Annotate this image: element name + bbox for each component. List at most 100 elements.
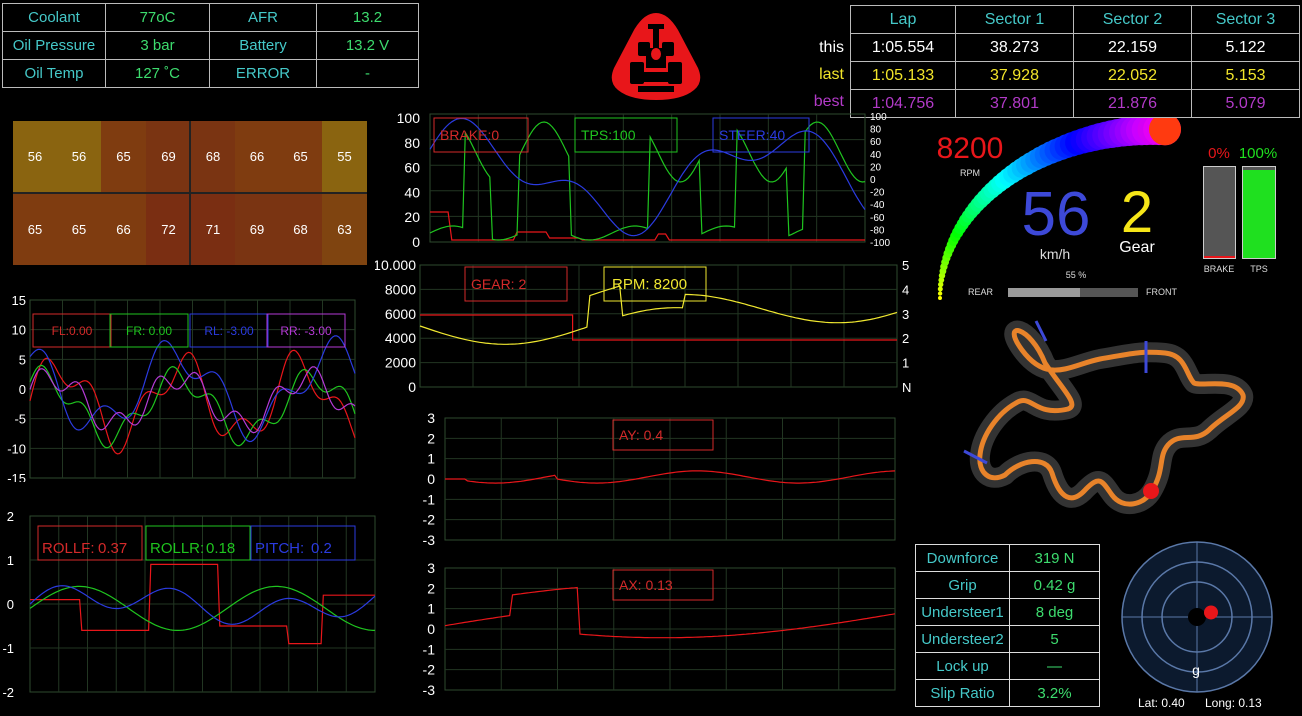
legend-label: STEER:40 [719, 127, 785, 143]
tyre-temp-cell: 69 [146, 121, 191, 192]
tick-label: 20 [404, 209, 420, 225]
tick-label: -2 [423, 662, 436, 678]
tps-percent: 100% [1238, 145, 1278, 162]
legend-label: FR: 0.00 [126, 324, 172, 338]
rpm-arc-segment [937, 291, 943, 296]
table-row: Oil Temp 127 ˚C ERROR - [2, 59, 419, 88]
tick-label: -3 [423, 532, 436, 548]
engine-status-table: Coolant 77oC AFR 13.2 Oil Pressure 3 bar… [2, 3, 419, 88]
legend-label: ROLLR: [150, 540, 204, 557]
tick-label: 80 [404, 135, 420, 151]
tyre-temp-cell: 69 [235, 194, 279, 265]
tick-label: 40 [404, 184, 420, 200]
status-label: Oil Temp [2, 59, 106, 88]
table-row: 1:04.756 37.801 21.876 5.079 [850, 89, 1300, 118]
tick-label: -80 [870, 225, 885, 236]
tick-label: -1 [423, 491, 436, 507]
tick-label: 8000 [385, 281, 416, 297]
table-row: Downforce 319 N [915, 544, 1100, 572]
stat-label: Understeer2 [915, 625, 1010, 653]
tick-label: -3 [423, 682, 436, 698]
tick-label: 4000 [385, 330, 416, 346]
stat-label: Downforce [915, 544, 1010, 572]
rpm-unit: RPM [960, 168, 980, 178]
status-value: 77oC [105, 3, 210, 32]
tick-label: -1 [423, 641, 436, 657]
lap-row-labels: this last best [780, 34, 844, 118]
status-label: Coolant [2, 3, 106, 32]
tick-label: 1 [7, 553, 14, 568]
tick-label: 0 [427, 621, 435, 637]
tick-label: 4 [902, 282, 909, 297]
tyre-temp-cell: 65 [101, 121, 146, 192]
stat-value: — [1009, 652, 1100, 680]
tick-label: 3 [902, 307, 909, 322]
tyre-temp-cell: 71 [191, 194, 235, 265]
legend-label: RR: -3.00 [280, 324, 332, 338]
speed-readout: 56 [1021, 180, 1091, 249]
tick-label: -15 [7, 471, 26, 482]
legend-label: BRAKE:0 [440, 127, 499, 143]
stat-value: 319 N [1009, 544, 1100, 572]
tick-label: 3 [427, 410, 435, 426]
tick-label: 15 [12, 293, 26, 308]
tick-label: 5 [19, 352, 26, 367]
table-row: 1:05.554 38.273 22.159 5.122 [850, 33, 1300, 62]
gg-origin [1188, 608, 1206, 626]
car-position-marker [1143, 483, 1159, 499]
status-label: Oil Pressure [2, 31, 106, 60]
tyre-temp-cell: 56 [13, 121, 57, 192]
rpm-arc-segment [938, 296, 942, 300]
gg-unit: g [1192, 662, 1200, 678]
speed-unit: km/h [1039, 246, 1071, 262]
tick-label: 2 [427, 430, 435, 446]
tyre-temp-cell: 65 [279, 121, 322, 192]
column-header: Sector 1 [955, 5, 1074, 34]
tick-label: 40 [870, 150, 882, 161]
gear-label: Gear [1119, 239, 1155, 256]
lap-cell: 5.079 [1191, 89, 1300, 118]
status-label: ERROR [209, 59, 317, 88]
lateral-accel-chart: 3 2 1 0 -1 -2 -3 AY: 0.4 [423, 410, 896, 548]
stat-label: Understeer1 [915, 598, 1010, 626]
lap-cell: 22.052 [1073, 61, 1192, 90]
table-row: Lock up — [915, 652, 1100, 680]
tyre-temp-cell: 65 [13, 194, 57, 265]
status-label: Battery [209, 31, 317, 60]
lap-row-label: this [819, 39, 844, 56]
status-value: 3 bar [105, 31, 210, 60]
status-label: AFR [209, 3, 317, 32]
table-row: Oil Pressure 3 bar Battery 13.2 V [2, 31, 419, 60]
status-value: 13.2 [316, 3, 419, 32]
stat-value: 8 deg [1009, 598, 1100, 626]
column-header: Sector 3 [1191, 5, 1300, 34]
tyre-temp-cell: 56 [57, 121, 101, 192]
tick-label: 0 [408, 379, 416, 395]
stat-label: Lock up [915, 652, 1010, 680]
tick-label: -40 [870, 200, 885, 211]
lap-cell: 1:05.133 [850, 61, 956, 90]
tyre-temperature-grid: 56 56 65 69 68 66 65 55 65 65 66 72 71 69 68 63 [13, 121, 367, 265]
legend-label: RL: -3.00 [204, 324, 254, 338]
tick-label: -1 [2, 641, 14, 656]
tick-label: -2 [2, 685, 14, 698]
table-row: Grip 0.42 g [915, 571, 1100, 599]
table-row: Understeer1 8 deg [915, 598, 1100, 626]
lap-times-table: Lap Sector 1 Sector 2 Sector 3 1:05.554 … [850, 5, 1300, 118]
lap-cell: 37.928 [955, 61, 1074, 90]
gear-readout: 2 [1120, 180, 1154, 245]
suspension-chart: 15 10 5 0 -5 -10 -15 FL:0.00 FR: 0.00 RL: -3.00 RR… [7, 293, 356, 482]
status-value: - [316, 59, 419, 88]
column-header: Sector 2 [1073, 5, 1192, 34]
tick-label: N [902, 380, 911, 395]
tick-label: 10.000 [375, 257, 416, 273]
lap-cell: 21.876 [1073, 89, 1192, 118]
balance-bar-fill [1008, 288, 1080, 297]
inputs-chart: 100806040200100806040200-20-40-60-80-100… [397, 110, 890, 248]
tick-label: 100 [870, 112, 887, 123]
rpm-gear-chart: 10.000 8000 6000 4000 2000 0 5 4 3 2 1 N GEAR: 2 RPM:… [375, 257, 911, 395]
tick-label: 2000 [385, 355, 416, 371]
tick-label: -5 [14, 412, 26, 427]
lat-readout: Lat: 0.40 [1138, 696, 1185, 710]
table-row: Coolant 77oC AFR 13.2 [2, 3, 419, 32]
